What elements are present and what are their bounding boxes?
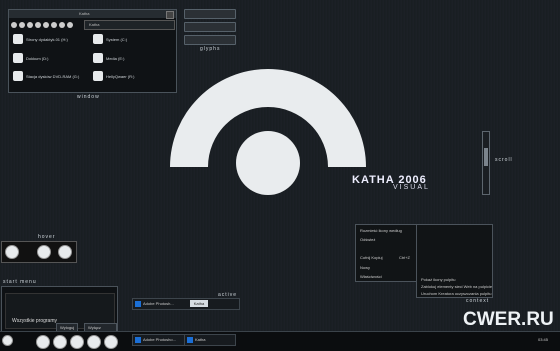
hover-caption: hover <box>38 234 56 240</box>
move-icon[interactable] <box>67 22 73 28</box>
address-bar[interactable]: Katha <box>84 20 175 30</box>
drive-item[interactable]: Media (E:) <box>93 53 124 63</box>
drive-icon <box>13 53 23 63</box>
close-icon[interactable] <box>166 11 174 19</box>
context-caption: context <box>466 298 490 304</box>
drive-icon <box>93 53 103 63</box>
drive-item[interactable]: System (C:) <box>93 34 127 44</box>
drive-icon <box>93 71 103 81</box>
hover-button-1[interactable] <box>5 245 19 259</box>
forward-icon[interactable] <box>19 22 25 28</box>
hover-button-2[interactable] <box>37 245 51 259</box>
menu-item[interactable]: Cofnij Kopiuj <box>360 255 382 260</box>
folders-icon[interactable] <box>43 22 49 28</box>
hover-button-3[interactable] <box>58 245 72 259</box>
quicklaunch-icon[interactable] <box>53 335 67 349</box>
submenu-item[interactable]: Uruchom Kreatora oczyszczania pulpitu <box>421 291 491 296</box>
taskbar: Adobe Photosho... Katha 03:45 <box>0 331 560 351</box>
window-caption: window <box>77 94 100 100</box>
window-title: Katha <box>9 10 176 18</box>
glyphs-caption: glyphs <box>200 46 221 52</box>
menu-item[interactable]: Rozmieść ikony według <box>360 228 402 233</box>
menu-item[interactable]: Właściwości <box>360 274 382 279</box>
drive-item[interactable]: Strony dydaktyk.01 (H:) <box>13 34 68 44</box>
quicklaunch-icon[interactable] <box>104 335 118 349</box>
theme-sub: VISUAL <box>393 184 430 191</box>
context-submenu: Pokaż ikony pulpitu Zablokuj elementy si… <box>416 224 493 298</box>
scroll-caption: scroll <box>495 157 513 163</box>
quicklaunch-icon[interactable] <box>87 335 101 349</box>
hover-preview <box>1 241 77 263</box>
drive-item[interactable]: Stacja dysków DVD-RAM (G:) <box>13 71 79 81</box>
quicklaunch-icon[interactable] <box>70 335 84 349</box>
window-toolbar <box>11 20 82 30</box>
theme-logo <box>170 69 366 195</box>
up-icon[interactable] <box>27 22 33 28</box>
active-badge: Katha <box>190 300 208 307</box>
drive-icon <box>13 71 23 81</box>
shortcut: Ctrl+Z <box>399 255 410 260</box>
scrollbar[interactable] <box>482 131 490 195</box>
glyph-control-1[interactable] <box>184 9 236 19</box>
taskbar-task[interactable]: Adobe Photosho... <box>132 334 192 346</box>
drive-item[interactable]: Dokkum (D:) <box>13 53 48 63</box>
clock: 03:45 <box>538 337 549 342</box>
explorer-window: Katha Katha Strony dydaktyk.01 (H:) Syst… <box>8 9 177 93</box>
submenu-item[interactable]: Zablokuj elementy sieci Web na pulpicie <box>421 284 492 289</box>
all-programs[interactable]: Wszystkie programy <box>12 318 57 324</box>
back-icon[interactable] <box>11 22 17 28</box>
drive-icon <box>13 34 23 44</box>
active-task[interactable]: Adobe Photosh... <box>132 298 240 310</box>
menu-item[interactable]: Odśwież <box>360 237 375 242</box>
drive-icon <box>93 34 103 44</box>
start-button[interactable] <box>2 335 13 346</box>
app-icon <box>187 337 193 343</box>
start-menu-caption: start menu <box>3 279 37 285</box>
taskbar-task[interactable]: Katha <box>184 334 236 346</box>
drive-item[interactable]: HellyQwaer (R:) <box>93 71 134 81</box>
app-icon <box>135 301 141 307</box>
menu-item[interactable]: Nowy <box>360 265 370 270</box>
context-menu: Rozmieść ikony według Odśwież Cofnij Kop… <box>355 224 418 282</box>
search-icon[interactable] <box>35 22 41 28</box>
views-icon[interactable] <box>51 22 57 28</box>
submenu-item[interactable]: Pokaż ikony pulpitu <box>421 277 455 282</box>
watermark: CWER.RU <box>463 309 554 330</box>
glyph-control-2[interactable] <box>184 22 236 32</box>
start-menu: Wszystkie programy Wyloguj Wyłącz komput… <box>1 286 118 338</box>
app-icon <box>135 337 141 343</box>
quicklaunch-icon[interactable] <box>36 335 50 349</box>
copy-icon[interactable] <box>59 22 65 28</box>
glyph-control-3[interactable] <box>184 35 236 45</box>
scroll-thumb[interactable] <box>484 148 488 166</box>
